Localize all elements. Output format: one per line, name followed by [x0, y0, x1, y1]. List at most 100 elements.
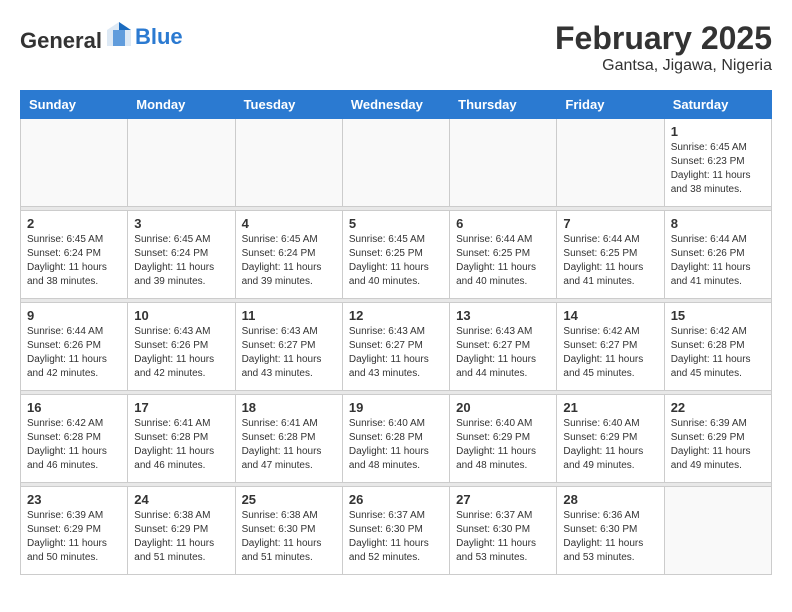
calendar-cell: 1 Sunrise: 6:45 AMSunset: 6:23 PMDaylight…: [664, 119, 771, 207]
calendar-cell: 19 Sunrise: 6:40 AMSunset: 6:28 PMDayligh…: [342, 395, 449, 483]
day-number: 20: [456, 400, 550, 415]
logo-line2: Blue: [135, 25, 183, 49]
day-number: 7: [563, 216, 657, 231]
day-info: Sunrise: 6:44 AMSunset: 6:26 PMDaylight:…: [671, 233, 765, 289]
header-saturday: Saturday: [664, 91, 771, 119]
week-row-4: 16 Sunrise: 6:42 AMSunset: 6:28 PMDayligh…: [21, 395, 772, 483]
calendar-cell: 16 Sunrise: 6:42 AMSunset: 6:28 PMDayligh…: [21, 395, 128, 483]
week-row-3: 9 Sunrise: 6:44 AMSunset: 6:26 PMDaylight…: [21, 303, 772, 391]
calendar-body: 1 Sunrise: 6:45 AMSunset: 6:23 PMDaylight…: [21, 119, 772, 575]
day-number: 28: [563, 492, 657, 507]
day-info: Sunrise: 6:38 AMSunset: 6:30 PMDaylight:…: [242, 509, 336, 565]
day-number: 25: [242, 492, 336, 507]
day-number: 11: [242, 308, 336, 323]
calendar-cell: 25 Sunrise: 6:38 AMSunset: 6:30 PMDayligh…: [235, 487, 342, 575]
day-info: Sunrise: 6:45 AMSunset: 6:24 PMDaylight:…: [134, 233, 228, 289]
day-info: Sunrise: 6:40 AMSunset: 6:29 PMDaylight:…: [563, 417, 657, 473]
calendar-cell: 9 Sunrise: 6:44 AMSunset: 6:26 PMDaylight…: [21, 303, 128, 391]
calendar-cell: 13 Sunrise: 6:43 AMSunset: 6:27 PMDayligh…: [450, 303, 557, 391]
calendar-cell: [21, 119, 128, 207]
calendar-subtitle: Gantsa, Jigawa, Nigeria: [555, 57, 772, 75]
day-number: 3: [134, 216, 228, 231]
day-info: Sunrise: 6:43 AMSunset: 6:27 PMDaylight:…: [349, 325, 443, 381]
day-info: Sunrise: 6:42 AMSunset: 6:28 PMDaylight:…: [27, 417, 121, 473]
calendar-cell: 12 Sunrise: 6:43 AMSunset: 6:27 PMDayligh…: [342, 303, 449, 391]
logo-icon: [105, 20, 133, 53]
calendar-cell: 11 Sunrise: 6:43 AMSunset: 6:27 PMDayligh…: [235, 303, 342, 391]
day-number: 9: [27, 308, 121, 323]
calendar-cell: 10 Sunrise: 6:43 AMSunset: 6:26 PMDayligh…: [128, 303, 235, 391]
calendar-cell: 14 Sunrise: 6:42 AMSunset: 6:27 PMDayligh…: [557, 303, 664, 391]
day-info: Sunrise: 6:38 AMSunset: 6:29 PMDaylight:…: [134, 509, 228, 565]
title-block: February 2025 Gantsa, Jigawa, Nigeria: [555, 20, 772, 75]
day-info: Sunrise: 6:44 AMSunset: 6:26 PMDaylight:…: [27, 325, 121, 381]
day-info: Sunrise: 6:40 AMSunset: 6:28 PMDaylight:…: [349, 417, 443, 473]
day-number: 2: [27, 216, 121, 231]
day-info: Sunrise: 6:42 AMSunset: 6:28 PMDaylight:…: [671, 325, 765, 381]
day-info: Sunrise: 6:43 AMSunset: 6:27 PMDaylight:…: [242, 325, 336, 381]
day-number: 18: [242, 400, 336, 415]
day-number: 15: [671, 308, 765, 323]
day-number: 16: [27, 400, 121, 415]
header-thursday: Thursday: [450, 91, 557, 119]
calendar-cell: 3 Sunrise: 6:45 AMSunset: 6:24 PMDaylight…: [128, 211, 235, 299]
day-number: 10: [134, 308, 228, 323]
week-row-1: 1 Sunrise: 6:45 AMSunset: 6:23 PMDaylight…: [21, 119, 772, 207]
day-info: Sunrise: 6:45 AMSunset: 6:24 PMDaylight:…: [27, 233, 121, 289]
day-info: Sunrise: 6:39 AMSunset: 6:29 PMDaylight:…: [671, 417, 765, 473]
day-info: Sunrise: 6:44 AMSunset: 6:25 PMDaylight:…: [563, 233, 657, 289]
day-number: 1: [671, 124, 765, 139]
page-header: General Blue February 2025 Gantsa, Jigaw…: [20, 20, 772, 75]
calendar-table: Sunday Monday Tuesday Wednesday Thursday…: [20, 90, 772, 575]
calendar-cell: 20 Sunrise: 6:40 AMSunset: 6:29 PMDayligh…: [450, 395, 557, 483]
day-info: Sunrise: 6:43 AMSunset: 6:27 PMDaylight:…: [456, 325, 550, 381]
calendar-cell: 2 Sunrise: 6:45 AMSunset: 6:24 PMDaylight…: [21, 211, 128, 299]
day-number: 19: [349, 400, 443, 415]
day-number: 14: [563, 308, 657, 323]
day-number: 22: [671, 400, 765, 415]
day-info: Sunrise: 6:37 AMSunset: 6:30 PMDaylight:…: [349, 509, 443, 565]
calendar-cell: 28 Sunrise: 6:36 AMSunset: 6:30 PMDayligh…: [557, 487, 664, 575]
calendar-cell: 17Sunrise: 6:41 AMSunset: 6:28 PMDayligh…: [128, 395, 235, 483]
day-number: 13: [456, 308, 550, 323]
day-info: Sunrise: 6:45 AMSunset: 6:25 PMDaylight:…: [349, 233, 443, 289]
day-info: Sunrise: 6:41 AMSunset: 6:28 PMDaylight:…: [242, 417, 336, 473]
day-info: Sunrise: 6:43 AMSunset: 6:26 PMDaylight:…: [134, 325, 228, 381]
day-number: 21: [563, 400, 657, 415]
calendar-cell: [342, 119, 449, 207]
logo: General Blue: [20, 20, 183, 53]
header-sunday: Sunday: [21, 91, 128, 119]
calendar-cell: 27Sunrise: 6:37 AMSunset: 6:30 PMDayligh…: [450, 487, 557, 575]
calendar-cell: [664, 487, 771, 575]
day-info: Sunrise: 6:45 AMSunset: 6:23 PMDaylight:…: [671, 141, 765, 197]
calendar-cell: 4Sunrise: 6:45 AMSunset: 6:24 PMDaylight…: [235, 211, 342, 299]
day-number: 8: [671, 216, 765, 231]
calendar-header-row: Sunday Monday Tuesday Wednesday Thursday…: [21, 91, 772, 119]
calendar-cell: [450, 119, 557, 207]
calendar-cell: [557, 119, 664, 207]
day-info: Sunrise: 6:44 AMSunset: 6:25 PMDaylight:…: [456, 233, 550, 289]
day-info: Sunrise: 6:37 AMSunset: 6:30 PMDaylight:…: [456, 509, 550, 565]
calendar-cell: 22 Sunrise: 6:39 AMSunset: 6:29 PMDayligh…: [664, 395, 771, 483]
day-info: Sunrise: 6:41 AMSunset: 6:28 PMDaylight:…: [134, 417, 228, 473]
calendar-title: February 2025: [555, 20, 772, 57]
day-info: Sunrise: 6:40 AMSunset: 6:29 PMDaylight:…: [456, 417, 550, 473]
day-info: Sunrise: 6:42 AMSunset: 6:27 PMDaylight:…: [563, 325, 657, 381]
day-info: Sunrise: 6:36 AMSunset: 6:30 PMDaylight:…: [563, 509, 657, 565]
header-tuesday: Tuesday: [235, 91, 342, 119]
week-row-5: 23 Sunrise: 6:39 AMSunset: 6:29 PMDayligh…: [21, 487, 772, 575]
calendar-cell: 23 Sunrise: 6:39 AMSunset: 6:29 PMDayligh…: [21, 487, 128, 575]
day-number: 6: [456, 216, 550, 231]
day-info: Sunrise: 6:39 AMSunset: 6:29 PMDaylight:…: [27, 509, 121, 565]
calendar-cell: 5Sunrise: 6:45 AMSunset: 6:25 PMDaylight…: [342, 211, 449, 299]
calendar-cell: [128, 119, 235, 207]
day-number: 23: [27, 492, 121, 507]
calendar-cell: 18 Sunrise: 6:41 AMSunset: 6:28 PMDayligh…: [235, 395, 342, 483]
header-monday: Monday: [128, 91, 235, 119]
calendar-cell: [235, 119, 342, 207]
day-number: 26: [349, 492, 443, 507]
day-number: 12: [349, 308, 443, 323]
day-number: 24: [134, 492, 228, 507]
calendar-cell: 8 Sunrise: 6:44 AMSunset: 6:26 PMDaylight…: [664, 211, 771, 299]
calendar-cell: 21 Sunrise: 6:40 AMSunset: 6:29 PMDayligh…: [557, 395, 664, 483]
